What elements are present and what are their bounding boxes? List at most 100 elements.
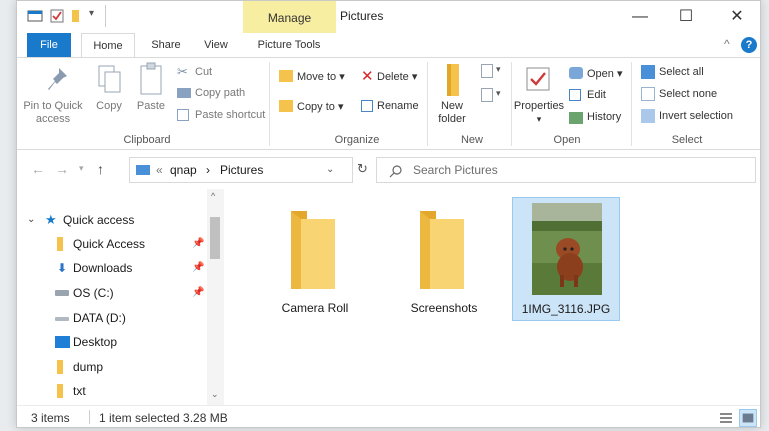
- manage-context-tab[interactable]: Manage: [243, 1, 336, 33]
- copy-path-button[interactable]: Copy path: [195, 87, 245, 99]
- status-bar: 3 items 1 item selected 3.28 MB: [17, 405, 760, 427]
- close-button[interactable]: ✕: [714, 1, 760, 33]
- paste-shortcut-icon: [177, 109, 189, 121]
- paste-button[interactable]: Paste: [133, 100, 169, 113]
- easy-access-dropdown-icon[interactable]: ▾: [496, 88, 501, 99]
- breadcrumb-pictures[interactable]: Pictures: [220, 163, 263, 177]
- large-icons-view-icon[interactable]: [739, 409, 757, 427]
- nav-item-dump[interactable]: dump: [17, 355, 207, 379]
- tab-share[interactable]: Share: [141, 33, 191, 57]
- clipboard-group-label: Clipboard: [123, 134, 171, 146]
- open-button[interactable]: Open ▾: [587, 67, 623, 80]
- tab-home[interactable]: Home: [81, 33, 135, 57]
- ribbon-separator: [631, 62, 632, 146]
- back-arrow-icon[interactable]: ←: [31, 161, 45, 177]
- easy-access-icon[interactable]: [481, 88, 493, 102]
- nav-item-txt[interactable]: txt: [17, 379, 207, 403]
- nav-item-os-c[interactable]: OS (C:) 📌: [17, 281, 207, 305]
- invert-selection-icon: [641, 109, 655, 123]
- properties-check-icon[interactable]: [49, 8, 65, 24]
- collapse-ribbon-icon[interactable]: ^: [724, 37, 730, 51]
- nav-item-quick-access-root[interactable]: ⌄ ★ Quick access: [17, 208, 207, 232]
- forward-arrow-icon[interactable]: →: [55, 161, 69, 177]
- collapse-chevron-icon[interactable]: ⌄: [27, 208, 35, 232]
- details-view-icon[interactable]: [717, 409, 735, 427]
- address-bar[interactable]: « qnap › Pictures ⌄: [129, 157, 353, 183]
- selection-info: 1 item selected 3.28 MB: [99, 411, 228, 425]
- history-icon: [569, 112, 583, 124]
- search-icon: [389, 165, 402, 178]
- copy-to-button[interactable]: Copy to ▾: [297, 100, 344, 113]
- tab-picture-tools[interactable]: Picture Tools: [245, 33, 333, 57]
- select-none-icon: [641, 87, 655, 101]
- breadcrumb-qnap[interactable]: qnap: [170, 163, 197, 177]
- recent-locations-icon[interactable]: ▾: [79, 163, 84, 174]
- customize-quick-access-icon[interactable]: ▾: [89, 8, 94, 19]
- new-folder-qa-icon[interactable]: [69, 8, 85, 24]
- edit-button[interactable]: Edit: [587, 89, 606, 101]
- nav-item-data-d[interactable]: DATA (D:): [17, 306, 207, 330]
- address-overflow[interactable]: «: [156, 163, 163, 177]
- tab-file[interactable]: File: [27, 33, 71, 57]
- search-box[interactable]: Search Pictures: [376, 157, 756, 183]
- history-button[interactable]: History: [587, 111, 621, 123]
- cut-button[interactable]: Cut: [195, 66, 212, 78]
- download-icon: ⬇: [57, 261, 68, 275]
- nav-scrollbar[interactable]: ^ ⌄: [207, 189, 224, 405]
- nav-item-desktop[interactable]: Desktop: [17, 330, 207, 354]
- select-all-button[interactable]: Select all: [659, 66, 704, 78]
- new-folder-label-line1: New: [440, 100, 463, 112]
- folder-icon: [420, 211, 464, 289]
- paste-shortcut-button[interactable]: Paste shortcut: [195, 109, 265, 121]
- scroll-thumb[interactable]: [210, 217, 220, 259]
- rename-icon: [361, 100, 373, 112]
- pin-icon: [48, 68, 67, 90]
- address-row: ← → ▾ ↑ « qnap › Pictures ⌄ ↻ Search Pic…: [17, 151, 760, 189]
- copy-icon: [98, 65, 121, 93]
- nav-item-downloads[interactable]: ⬇ Downloads 📌: [17, 256, 207, 280]
- ribbon: Pin to Quick access Copy Paste ✂ Cut Cop…: [17, 57, 760, 150]
- minimize-button[interactable]: —: [617, 1, 663, 33]
- file-item-camera-roll[interactable]: Camera Roll: [261, 197, 369, 321]
- folder-icon: [57, 237, 63, 251]
- select-none-button[interactable]: Select none: [659, 88, 717, 100]
- item-count: 3 items: [31, 411, 70, 425]
- new-item-dropdown-icon[interactable]: ▾: [496, 64, 501, 75]
- copy-button[interactable]: Copy: [91, 100, 127, 113]
- move-to-label: Move to: [297, 71, 337, 83]
- file-item-img-3116[interactable]: 1IMG_3116.JPG: [512, 197, 620, 321]
- scroll-down-icon[interactable]: ⌄: [211, 389, 219, 400]
- pin-label-line1: Pin to Quick: [23, 100, 83, 112]
- properties-button[interactable]: Properties ▾: [513, 100, 565, 126]
- new-item-icon[interactable]: [481, 64, 493, 78]
- pictures-location-icon: [136, 165, 150, 175]
- delete-button[interactable]: Delete ▾: [377, 70, 417, 83]
- scroll-up-icon[interactable]: ^: [211, 191, 215, 201]
- help-button[interactable]: ?: [741, 37, 757, 53]
- folder-icon: [57, 360, 63, 374]
- pin-icon: 📌: [192, 262, 205, 273]
- pin-to-quick-access-button[interactable]: Pin to Quick access: [19, 100, 87, 126]
- file-item-screenshots[interactable]: Screenshots: [390, 197, 498, 321]
- move-to-button[interactable]: Move to ▾: [297, 70, 345, 83]
- delete-icon: ✕: [361, 68, 374, 85]
- ribbon-separator: [427, 62, 428, 146]
- title-bar: ▾ Manage Pictures — ☐ ✕: [17, 1, 760, 33]
- nav-label: Desktop: [73, 335, 118, 349]
- file-name: 1IMG_3116.JPG: [521, 302, 611, 316]
- nav-item-quick-access-folder[interactable]: Quick Access 📌: [17, 232, 207, 256]
- rename-button[interactable]: Rename: [377, 100, 419, 112]
- maximize-button[interactable]: ☐: [663, 1, 709, 33]
- refresh-icon[interactable]: ↻: [357, 161, 368, 177]
- desktop-icon: [55, 336, 70, 348]
- ribbon-tabs: File Home Share View Picture Tools ^ ?: [17, 33, 760, 57]
- invert-selection-button[interactable]: Invert selection: [659, 110, 733, 122]
- explorer-app-icon[interactable]: [27, 8, 43, 24]
- up-arrow-icon[interactable]: ↑: [97, 161, 104, 177]
- ribbon-separator: [511, 62, 512, 146]
- address-dropdown-icon[interactable]: ⌄: [326, 164, 334, 175]
- nav-label: txt: [73, 384, 86, 398]
- new-folder-button[interactable]: New folder: [429, 100, 475, 126]
- tab-view[interactable]: View: [193, 33, 239, 57]
- navigation-pane: ⌄ ★ Quick access Quick Access 📌 ⬇ Downlo…: [17, 189, 226, 405]
